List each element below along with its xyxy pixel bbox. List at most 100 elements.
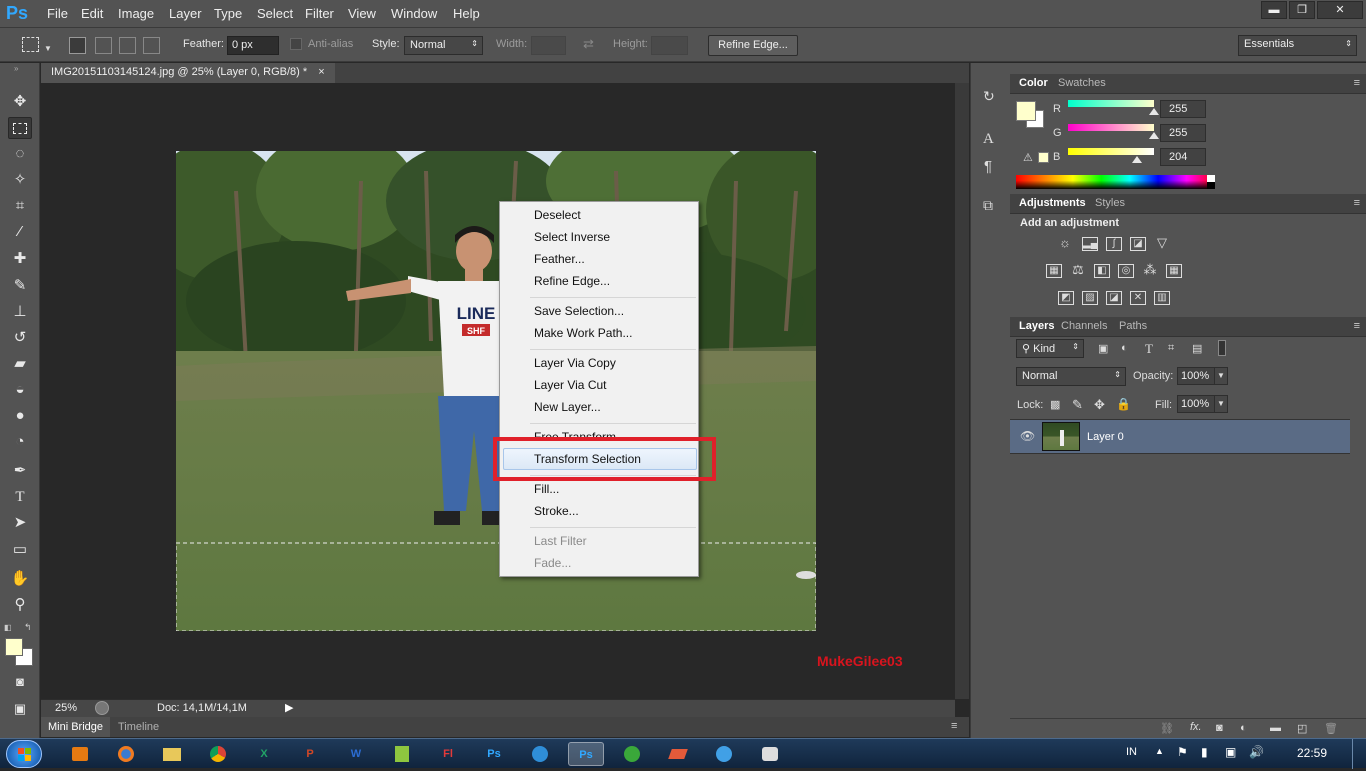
status-menu-arrow-icon[interactable]: ▶ — [285, 701, 293, 714]
fill-input[interactable]: 100% — [1177, 395, 1215, 413]
brush-tool-icon[interactable]: ✎ — [8, 275, 32, 297]
foreground-color-swatch[interactable] — [5, 638, 23, 656]
lock-all-icon[interactable]: 🔒 — [1116, 397, 1131, 411]
share-icon[interactable] — [95, 701, 109, 715]
network-icon[interactable]: ▣ — [1225, 745, 1236, 759]
eraser-tool-icon[interactable]: ▰ — [8, 353, 32, 375]
panel-menu-icon[interactable]: ≡ — [1354, 197, 1360, 209]
out-of-gamut-warning-icon[interactable]: ⚠ — [1023, 151, 1033, 164]
fill-dropdown-icon[interactable]: ▼ — [1214, 395, 1228, 413]
tab-timeline[interactable]: Timeline — [118, 721, 159, 733]
hue-saturation-icon[interactable]: ▦ — [1046, 264, 1062, 278]
invert-icon[interactable]: ◩ — [1058, 291, 1074, 305]
tab-swatches[interactable]: Swatches — [1058, 77, 1106, 89]
close-tab-icon[interactable]: × — [318, 66, 324, 78]
menu-item-save-selection[interactable]: Save Selection... — [534, 304, 624, 318]
tab-adjustments[interactable]: Adjustments — [1019, 197, 1086, 209]
layer-name[interactable]: Layer 0 — [1087, 431, 1124, 443]
blue-slider-thumb[interactable] — [1131, 156, 1142, 163]
clone-stamp-tool-icon[interactable]: ⊥ — [8, 301, 32, 323]
style-select[interactable]: Normal ⇕ — [404, 36, 483, 55]
filter-toggle-switch[interactable] — [1218, 340, 1226, 356]
start-button[interactable] — [6, 740, 42, 768]
opacity-input[interactable]: 100% — [1177, 367, 1215, 385]
menu-item-make-work-path[interactable]: Make Work Path... — [534, 326, 632, 340]
default-colors-icon[interactable]: ◧ — [4, 623, 12, 632]
action-center-flag-icon[interactable]: ⚑ — [1177, 745, 1188, 759]
hand-tool-icon[interactable]: ✋ — [8, 568, 32, 590]
minimize-button[interactable]: ▬ — [1261, 1, 1287, 19]
lock-transparent-icon[interactable]: ▩ — [1050, 398, 1060, 411]
panel-menu-icon[interactable]: ≡ — [1354, 320, 1360, 332]
blend-mode-select[interactable]: Normal ⇕ — [1016, 367, 1126, 386]
filter-adjustment-icon[interactable]: ◐ — [1121, 342, 1128, 354]
dodge-tool-icon[interactable]: ◔ — [8, 431, 32, 453]
close-window-button[interactable]: ✕ — [1317, 1, 1363, 19]
channel-mixer-icon[interactable]: ⁂ — [1142, 263, 1158, 278]
menu-item-layer-via-copy[interactable]: Layer Via Copy — [534, 356, 616, 370]
subtract-selection-icon[interactable] — [119, 37, 136, 54]
eraser-app-icon[interactable] — [660, 742, 696, 766]
red-slider-thumb[interactable] — [1149, 108, 1159, 115]
excel-icon[interactable]: X — [246, 742, 282, 766]
workspace-select[interactable]: Essentials ⇕ — [1238, 35, 1357, 56]
collapse-icon[interactable]: » — [14, 64, 18, 73]
menu-layer[interactable]: Layer — [169, 6, 202, 21]
lock-position-icon[interactable]: ✥ — [1094, 397, 1105, 413]
menu-filter[interactable]: Filter — [305, 6, 334, 21]
tab-styles[interactable]: Styles — [1095, 197, 1125, 209]
gradient-map-icon[interactable]: ▥ — [1154, 291, 1170, 305]
lasso-tool-icon[interactable]: ◌ — [8, 143, 32, 165]
red-value-input[interactable]: 255 — [1160, 100, 1206, 118]
flash-icon[interactable]: Fl — [430, 742, 466, 766]
blur-tool-icon[interactable]: ● — [8, 405, 32, 427]
menu-file[interactable]: File — [47, 6, 68, 21]
color-lookup-icon[interactable]: ▦ — [1166, 264, 1182, 278]
color-foreground-swatch[interactable] — [1016, 101, 1036, 121]
layer-filter-kind-select[interactable]: ⚲ Kind ⇕ — [1016, 339, 1084, 358]
tab-paths[interactable]: Paths — [1119, 320, 1147, 332]
tab-color[interactable]: Color — [1019, 77, 1048, 89]
word-icon[interactable]: W — [338, 742, 374, 766]
recycle-app-icon[interactable] — [614, 742, 650, 766]
link-layers-icon[interactable]: ⛓ — [1160, 722, 1174, 735]
new-selection-icon[interactable] — [69, 37, 86, 54]
new-group-icon[interactable]: ▬ — [1270, 722, 1281, 734]
crop-tool-icon[interactable]: ⌗ — [8, 195, 32, 217]
character-panel-icon[interactable]: A — [983, 131, 994, 148]
refine-edge-button[interactable]: Refine Edge... — [708, 35, 798, 56]
media-player-icon[interactable] — [62, 742, 98, 766]
blue-slider[interactable] — [1068, 148, 1154, 155]
menu-item-new-layer[interactable]: New Layer... — [534, 400, 601, 414]
tool-presets-icon[interactable]: ⧉ — [983, 197, 993, 214]
show-hidden-icons-icon[interactable]: ▲ — [1155, 746, 1164, 756]
new-layer-icon[interactable]: ◰ — [1297, 722, 1307, 735]
menu-window[interactable]: Window — [391, 6, 437, 21]
browser-globe-icon[interactable] — [522, 742, 558, 766]
menu-image[interactable]: Image — [118, 6, 154, 21]
filter-type-icon[interactable]: T — [1145, 341, 1153, 357]
levels-icon[interactable]: ▂▄ — [1082, 237, 1098, 251]
menu-item-deselect[interactable]: Deselect — [534, 208, 581, 222]
color-balance-icon[interactable]: ⚖ — [1070, 263, 1086, 278]
color-ramp[interactable] — [1016, 175, 1215, 189]
new-adjustment-layer-icon[interactable]: ◐ — [1240, 722, 1247, 734]
type-tool-icon[interactable]: T — [8, 486, 32, 508]
menu-help[interactable]: Help — [453, 6, 480, 21]
layer-row[interactable]: 👁 Layer 0 — [1010, 419, 1350, 454]
swap-colors-icon[interactable]: ↰ — [24, 622, 32, 633]
curves-icon[interactable]: ∫ — [1106, 237, 1122, 251]
notepad-plus-icon[interactable] — [384, 742, 420, 766]
green-slider-thumb[interactable] — [1149, 132, 1159, 139]
photoshop-taskbar-icon[interactable]: Ps — [476, 742, 512, 766]
posterize-icon[interactable]: ▨ — [1082, 291, 1098, 305]
menu-item-stroke[interactable]: Stroke... — [534, 504, 579, 518]
vertical-scrollbar[interactable] — [955, 83, 969, 699]
tab-layers[interactable]: Layers — [1019, 320, 1054, 332]
clock[interactable]: 22:59 — [1297, 746, 1327, 760]
filter-pixel-icon[interactable]: ▣ — [1098, 342, 1108, 355]
magic-wand-tool-icon[interactable]: ✧ — [8, 169, 32, 191]
menu-item-select-inverse[interactable]: Select Inverse — [534, 230, 610, 244]
green-value-input[interactable]: 255 — [1160, 124, 1206, 142]
document-tab[interactable]: IMG20151103145124.jpg @ 25% (Layer 0, RG… — [41, 63, 335, 83]
